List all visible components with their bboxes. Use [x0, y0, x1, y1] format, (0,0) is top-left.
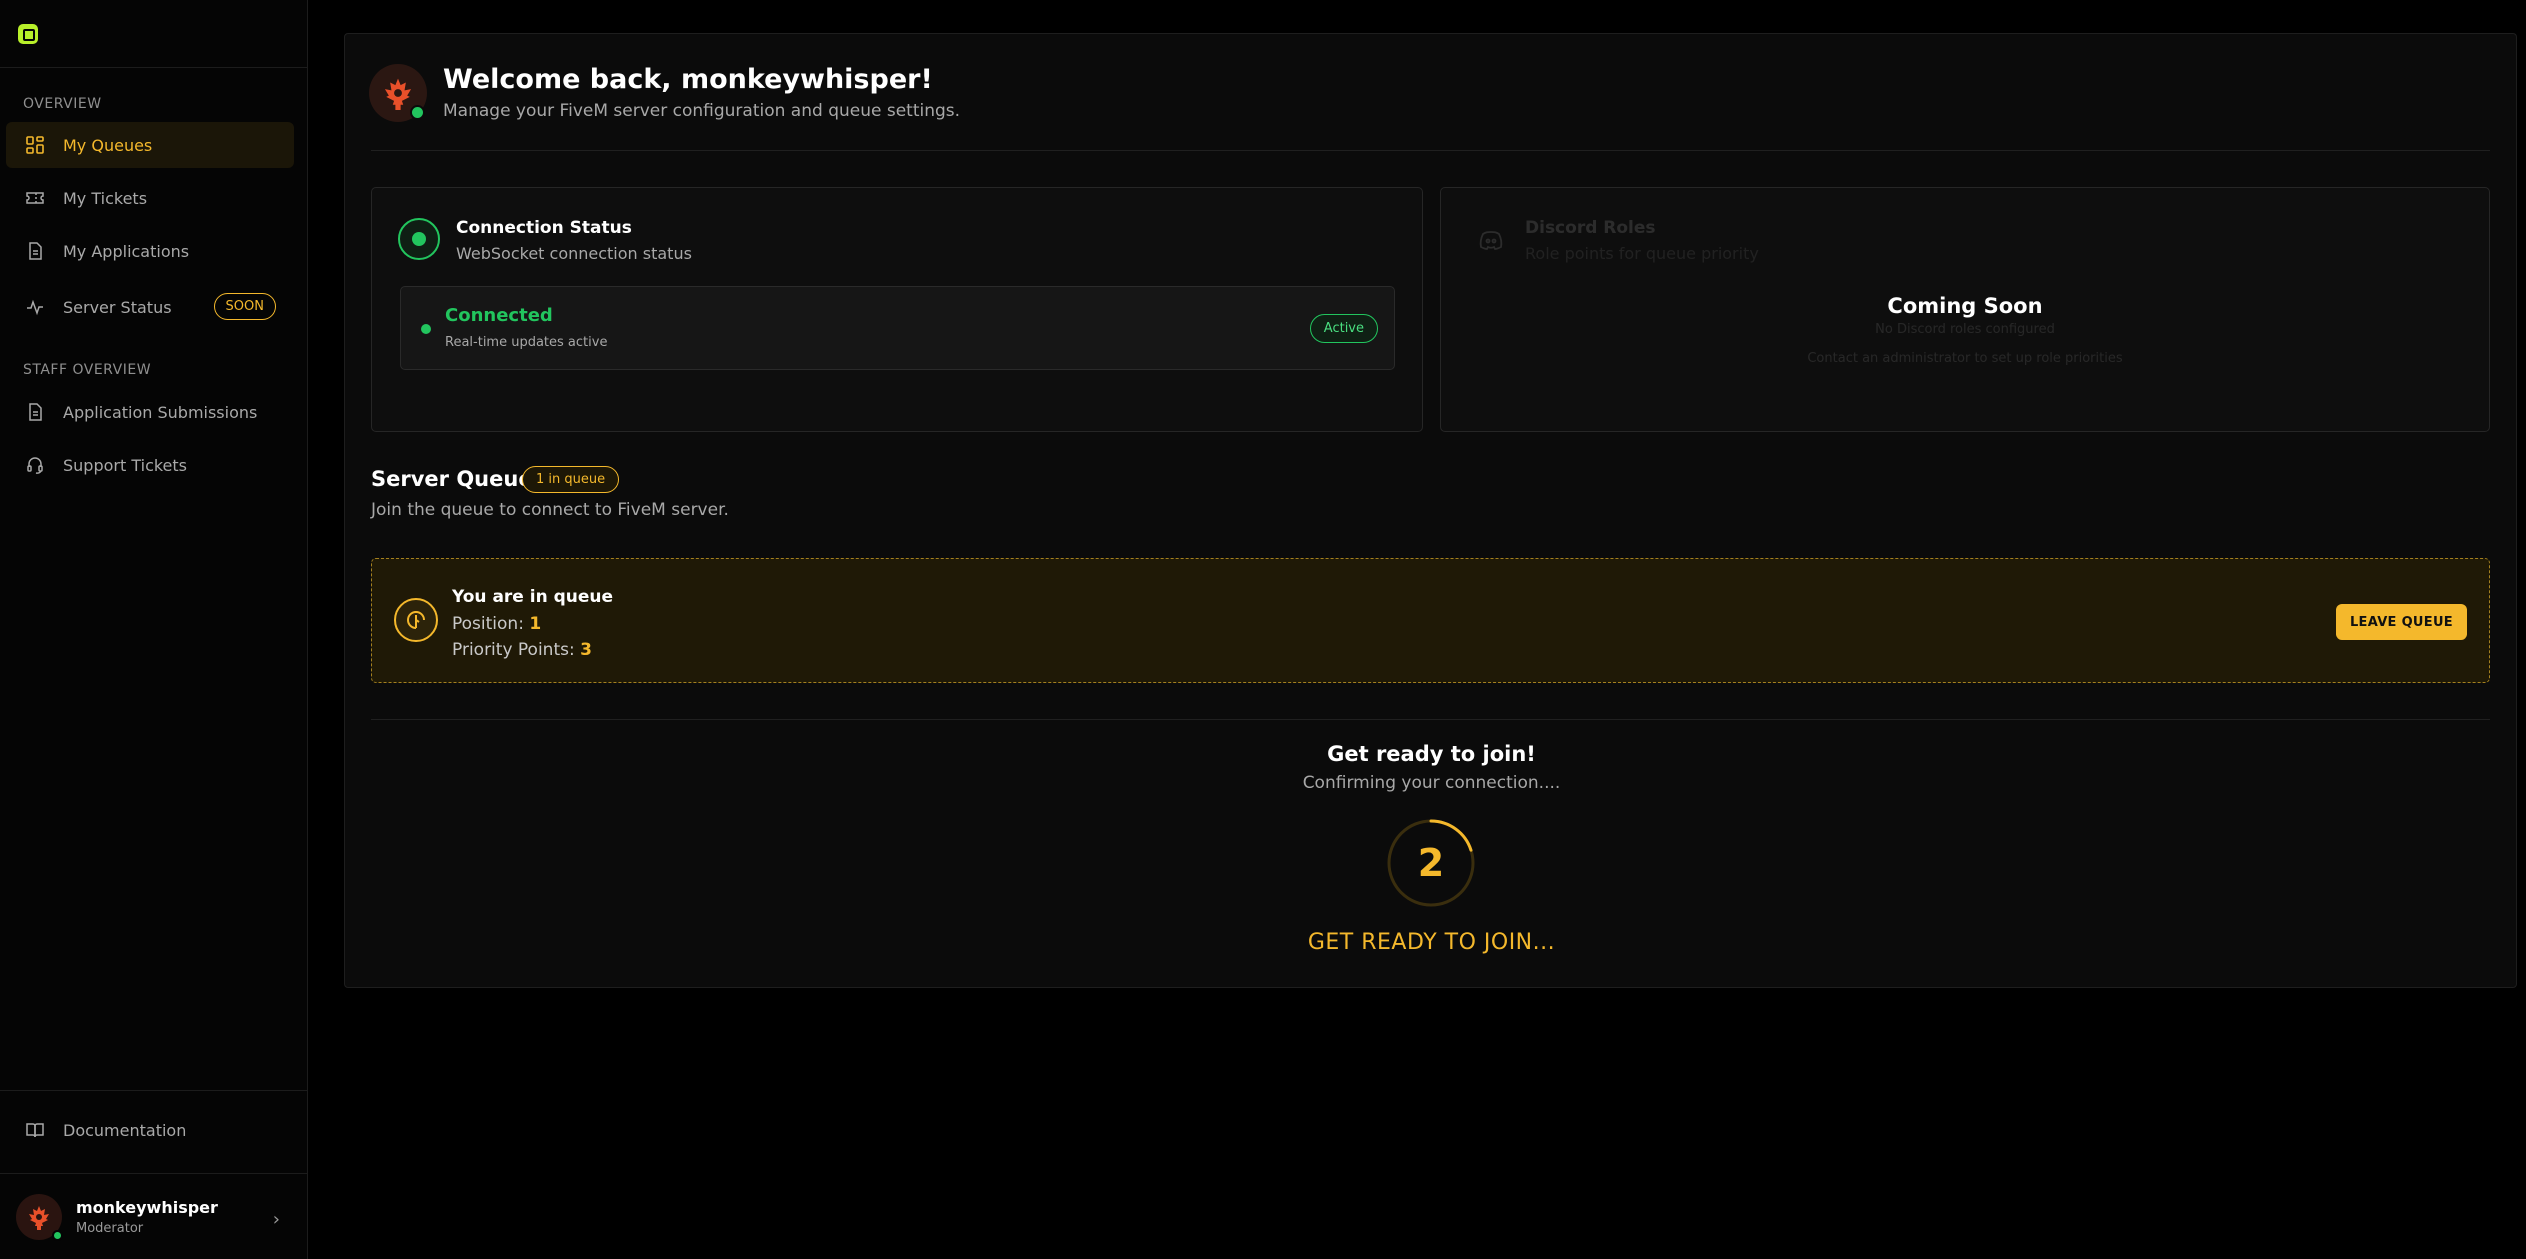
- sidebar-item-label: Support Tickets: [63, 455, 188, 475]
- maple-leaf-icon: [384, 78, 412, 110]
- page-subtitle: Manage your FiveM server configuration a…: [443, 101, 961, 121]
- connection-state: Connected: [445, 305, 553, 326]
- maple-leaf-icon: [29, 1206, 49, 1230]
- grid-icon: [25, 135, 45, 155]
- queue-count-badge: 1 in queue: [522, 466, 620, 493]
- connection-state-box: Connected Real-time updates active Activ…: [400, 286, 1395, 370]
- divider: [371, 150, 2490, 151]
- ready-subtitle: Confirming your connection....: [1302, 773, 1561, 793]
- status-badge: Active: [1309, 314, 1378, 343]
- queue-status-box: You are in queue Position: 1 Priority Po…: [371, 558, 2490, 683]
- card-title: Discord Roles: [1525, 218, 1656, 238]
- sidebar-item-label: My Tickets: [63, 188, 148, 208]
- sidebar-item-documentation[interactable]: Documentation: [6, 1107, 294, 1153]
- queue-position-value: 1: [529, 614, 542, 634]
- discord-roles-card: Discord Roles Role points for queue prio…: [1440, 187, 2490, 432]
- section-title: Server Queue: [371, 467, 533, 491]
- connection-icon: [398, 218, 440, 260]
- document-icon: [25, 241, 45, 261]
- app-logo[interactable]: [18, 23, 38, 44]
- book-icon: [25, 1120, 45, 1140]
- card-title: Connection Status: [456, 218, 632, 238]
- queue-status: You are in queue: [452, 587, 614, 607]
- activity-icon: [25, 297, 45, 317]
- sidebar-item-server-status[interactable]: Server Status SOON: [6, 284, 294, 330]
- queue-points-value: 3: [580, 640, 592, 660]
- help-text: Contact an administrator to set up role …: [1807, 351, 2123, 366]
- empty-state-text: No Discord roles configured: [1875, 322, 2055, 337]
- connection-status-card: Connection Status WebSocket connection s…: [371, 187, 1423, 432]
- sidebar: OVERVIEW My Queues My Tickets My Applica…: [0, 0, 308, 1259]
- discord-icon: [1479, 231, 1503, 250]
- sidebar-item-my-tickets[interactable]: My Tickets: [6, 175, 294, 221]
- sidebar-item-label: Documentation: [63, 1120, 187, 1140]
- sidebar-item-label: My Queues: [63, 135, 153, 155]
- card-subtitle: WebSocket connection status: [456, 244, 692, 263]
- card-subtitle: Role points for queue priority: [1525, 244, 1759, 263]
- divider: [371, 719, 2490, 720]
- user-role: Moderator: [76, 1221, 144, 1236]
- connection-detail: Real-time updates active: [445, 335, 608, 350]
- leave-queue-button[interactable]: LEAVE QUEUE: [2335, 604, 2467, 640]
- chevron-right-icon[interactable]: ›: [273, 1209, 280, 1230]
- document-icon: [25, 402, 45, 422]
- user-name: monkeywhisper: [76, 1198, 218, 1217]
- user-profile[interactable]: monkeywhisper Moderator ›: [0, 1175, 308, 1259]
- soon-badge: SOON: [213, 293, 276, 320]
- sidebar-item-support-tickets[interactable]: Support Tickets: [6, 442, 294, 488]
- online-status-dot: [52, 1230, 63, 1241]
- main-panel: Welcome back, monkeywhisper! Manage your…: [344, 33, 2517, 988]
- section-overview: OVERVIEW: [23, 96, 102, 112]
- online-status-dot: [410, 105, 425, 120]
- ready-cta: GET READY TO JOIN...: [1307, 930, 1556, 955]
- section-subtitle: Join the queue to connect to FiveM serve…: [371, 500, 729, 520]
- queue-icon: [394, 598, 438, 642]
- coming-soon-label: Coming Soon: [1887, 294, 2043, 318]
- sidebar-item-label: My Applications: [63, 241, 190, 261]
- sidebar-item-label: Server Status: [63, 297, 172, 317]
- section-staff-overview: STAFF OVERVIEW: [23, 362, 152, 378]
- sidebar-divider: [0, 1173, 308, 1174]
- avatar: [16, 1194, 63, 1241]
- ticket-icon: [25, 188, 45, 208]
- queue-position: Position: 1: [452, 614, 542, 634]
- status-dot: [421, 324, 431, 334]
- headset-icon: [25, 455, 45, 475]
- queue-priority-points: Priority Points: 3: [452, 640, 592, 660]
- sidebar-item-label: Application Submissions: [63, 402, 258, 422]
- page-title: Welcome back, monkeywhisper!: [443, 64, 933, 95]
- sidebar-item-application-submissions[interactable]: Application Submissions: [6, 389, 294, 435]
- logo-row: [0, 0, 307, 68]
- ready-title: Get ready to join!: [1327, 742, 1536, 766]
- countdown-number: 2: [1417, 841, 1445, 885]
- avatar: [369, 64, 427, 122]
- sidebar-item-my-applications[interactable]: My Applications: [6, 228, 294, 274]
- sidebar-divider: [0, 1090, 308, 1091]
- sidebar-item-my-queues[interactable]: My Queues: [6, 122, 294, 168]
